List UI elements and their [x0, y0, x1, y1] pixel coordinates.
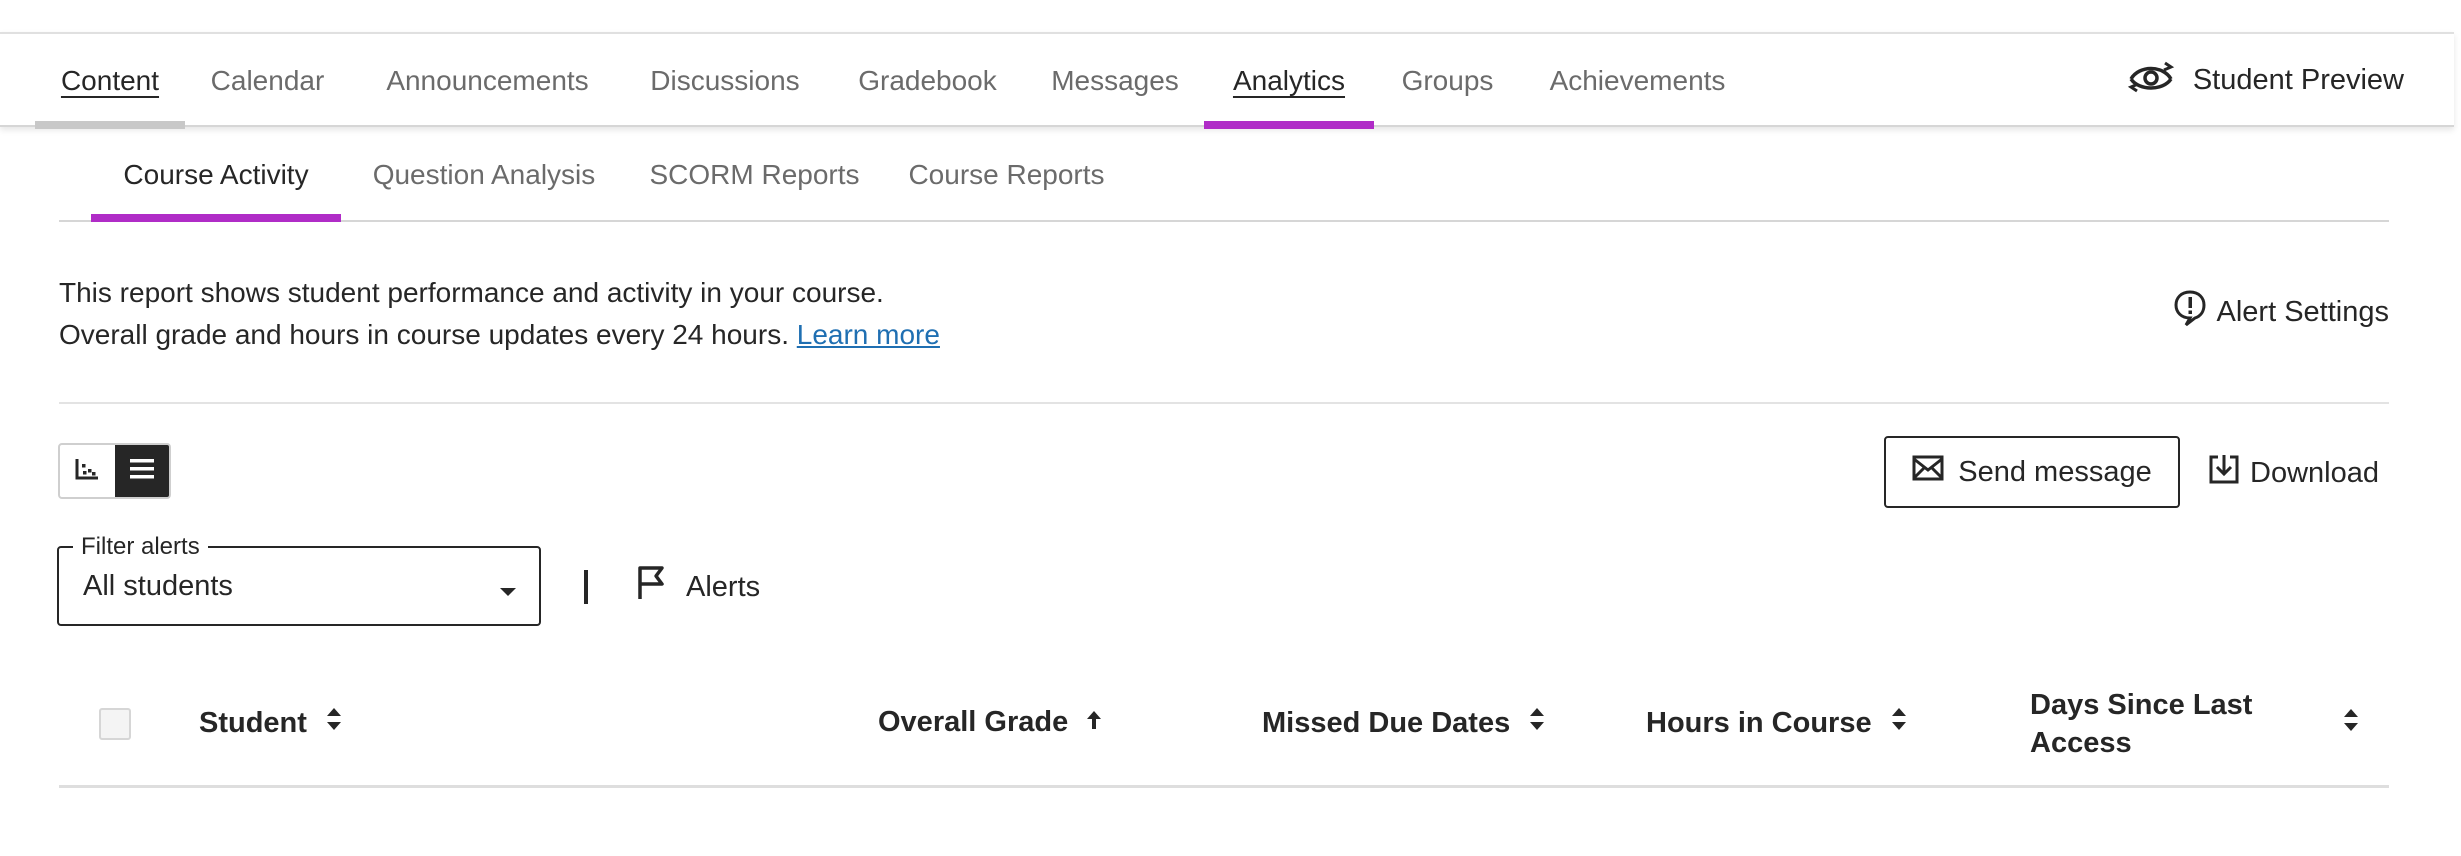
tab-groups[interactable]: Groups [1385, 34, 1510, 127]
download-button[interactable]: Download [2208, 448, 2379, 498]
sort-icon [2342, 707, 2360, 741]
tab-analytics[interactable]: Analytics [1204, 34, 1374, 129]
caret-down-icon [499, 584, 517, 602]
select-all-checkbox[interactable] [99, 708, 131, 740]
description-line-2-text: Overall grade and hours in course update… [59, 319, 789, 350]
column-missed-due-dates-label: Missed Due Dates [1262, 706, 1511, 739]
analytics-subnav: Course Activity Question Analysis SCORM … [59, 130, 2389, 222]
filter-alerts-label: Filter alerts [73, 533, 208, 561]
view-toggle [58, 443, 171, 499]
student-preview-label: Student Preview [2192, 64, 2404, 96]
sort-ascending-icon [1086, 706, 1102, 739]
column-overall-grade-label: Overall Grade [878, 706, 1069, 738]
column-hours-in-course-label: Hours in Course [1646, 706, 1872, 739]
alerts-label: Alerts [686, 570, 761, 603]
chart-view-button[interactable] [60, 445, 115, 497]
column-hours-in-course[interactable]: Hours in Course [1646, 706, 1908, 740]
tab-discussions[interactable]: Discussions [630, 34, 820, 127]
flag-icon [636, 565, 666, 609]
tab-course-activity[interactable]: Course Activity [91, 130, 341, 222]
report-description: This report shows student performance an… [59, 272, 940, 356]
student-preview-button[interactable]: Student Preview [2125, 34, 2404, 127]
column-student-label: Student [199, 706, 307, 739]
send-message-button[interactable]: Send message [1884, 436, 2180, 508]
description-line-2: Overall grade and hours in course update… [59, 314, 940, 356]
sort-icon [1890, 706, 1908, 740]
alert-settings-button[interactable]: Alert Settings [2173, 288, 2389, 336]
alert-settings-label: Alert Settings [2216, 295, 2389, 328]
sort-icon [325, 706, 343, 740]
column-missed-due-dates[interactable]: Missed Due Dates [1262, 706, 1546, 740]
analytics-page: Content Calendar Announcements Discussio… [0, 0, 2461, 856]
alerts-filter-button[interactable]: Alerts [636, 565, 760, 609]
tab-content[interactable]: Content [35, 34, 185, 129]
download-label: Download [2250, 456, 2379, 489]
column-overall-grade[interactable]: Overall Grade [878, 706, 1102, 739]
description-line-1: This report shows student performance an… [59, 277, 884, 308]
tab-scorm-reports[interactable]: SCORM Reports [642, 130, 867, 220]
filter-alerts-select[interactable]: Filter alerts All students [57, 533, 541, 626]
tab-question-analysis[interactable]: Question Analysis [359, 130, 609, 220]
tab-course-reports[interactable]: Course Reports [899, 130, 1114, 220]
alert-icon [2173, 289, 2207, 335]
sort-icon [1528, 706, 1546, 740]
course-nav-bar: Content Calendar Announcements Discussio… [0, 32, 2454, 129]
list-icon [128, 456, 156, 487]
column-days-since-last-access-label: Days Since Last Access [2030, 689, 2253, 759]
mail-icon [1912, 455, 1944, 489]
student-preview-icon [2125, 57, 2177, 105]
tab-calendar[interactable]: Calendar [190, 34, 345, 127]
column-days-since-last-access[interactable]: Days Since Last Access [2030, 686, 2360, 762]
learn-more-link[interactable]: Learn more [797, 319, 940, 350]
tab-achievements[interactable]: Achievements [1530, 34, 1745, 127]
filter-alerts-value: All students [83, 570, 233, 602]
download-icon [2208, 453, 2240, 493]
separator [584, 570, 588, 604]
column-student[interactable]: Student [199, 706, 343, 740]
tab-announcements[interactable]: Announcements [360, 34, 615, 127]
students-table-header: Student Overall Grade Missed Due Dates H… [59, 676, 2389, 788]
send-message-label: Send message [1958, 455, 2152, 488]
divider [59, 402, 2389, 404]
list-view-button[interactable] [114, 445, 169, 497]
tab-gradebook[interactable]: Gradebook [840, 34, 1015, 127]
tab-messages[interactable]: Messages [1035, 34, 1195, 127]
scatter-chart-icon [74, 457, 100, 486]
